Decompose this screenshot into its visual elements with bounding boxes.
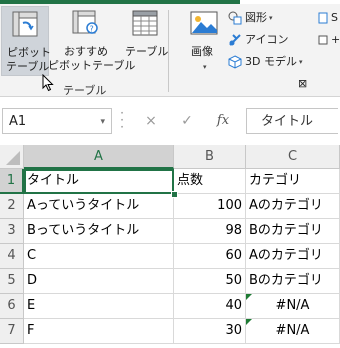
cell-a2[interactable]: Aっていうタイトル: [24, 194, 174, 219]
recommended-pivot-icon: ?: [72, 10, 98, 34]
shapes-button[interactable]: 図形 ▾: [228, 10, 273, 26]
3d-models-dropdown-icon: ▾: [298, 58, 303, 66]
cell-c7[interactable]: #N/A: [246, 319, 340, 344]
smartart-icon: [318, 12, 328, 24]
name-box[interactable]: A1 ▾: [2, 108, 112, 134]
row-header[interactable]: 2: [0, 194, 24, 219]
cancel-icon[interactable]: ×: [138, 108, 164, 134]
column-header-b[interactable]: B: [174, 145, 246, 169]
formula-bar-resize-handle[interactable]: · · ·: [118, 107, 126, 133]
table-label: テーブル: [125, 45, 169, 58]
cell-b4[interactable]: 60: [174, 244, 246, 269]
cell-a4[interactable]: C: [24, 244, 174, 269]
row-header[interactable]: 1: [0, 169, 24, 194]
shapes-dropdown-icon: ▾: [269, 14, 273, 22]
clipped-item-s-label: S: [331, 11, 338, 24]
pivot-label-line1: ピボット: [7, 46, 51, 59]
cell-b2[interactable]: 100: [174, 194, 246, 219]
image-label: 画像: [191, 45, 213, 58]
column-header-c[interactable]: C: [246, 145, 340, 169]
name-box-value: A1: [9, 114, 27, 129]
row-header[interactable]: 7: [0, 319, 24, 344]
illustrations-dialog-launcher[interactable]: ⊠: [298, 76, 307, 92]
icons-button[interactable]: アイコン: [228, 32, 288, 48]
insert-function-icon[interactable]: fx: [210, 108, 236, 134]
cell-c6-value: #N/A: [275, 298, 310, 313]
cell-c5[interactable]: Bのカテゴリ: [246, 269, 340, 294]
fill-handle[interactable]: [171, 191, 178, 198]
cell-b7[interactable]: 30: [174, 319, 246, 344]
cell-b1[interactable]: 点数: [174, 169, 246, 194]
table-button[interactable]: テーブル: [124, 6, 169, 74]
icons-label: アイコン: [245, 33, 289, 46]
ribbon-spacer: [0, 97, 340, 105]
row-header[interactable]: 4: [0, 244, 24, 269]
cell-a7[interactable]: F: [24, 319, 174, 344]
icons-icon: [229, 34, 241, 46]
worksheet-grid: A B C 1 タイトル 点数 カテゴリ 2 Aっていうタイトル 100 Aのカ…: [0, 145, 340, 348]
cell-c6[interactable]: #N/A: [246, 294, 340, 319]
picture-icon: [190, 11, 218, 35]
3d-models-label: 3D モデル: [245, 55, 297, 68]
clipped-item-s[interactable]: S: [318, 10, 338, 26]
cell-c4[interactable]: Aのカテゴリ: [246, 244, 340, 269]
mouse-pointer-icon: [42, 74, 54, 92]
row-header[interactable]: 5: [0, 269, 24, 294]
recommended-label-line2: ピボットテーブル: [48, 59, 136, 72]
cell-c1[interactable]: カテゴリ: [246, 169, 340, 194]
row-header[interactable]: 6: [0, 294, 24, 319]
formula-buttons: × ✓ fx: [130, 108, 240, 134]
recommended-label-line1: おすすめ: [64, 45, 108, 58]
svg-text:?: ?: [90, 25, 94, 34]
row-header[interactable]: 3: [0, 219, 24, 244]
clipped-item-plus-label: +: [331, 33, 340, 46]
formula-input[interactable]: タイトル: [246, 108, 338, 134]
shapes-label: 図形: [245, 11, 267, 24]
cell-a6[interactable]: E: [24, 294, 174, 319]
3d-cube-icon: [228, 55, 242, 69]
image-button[interactable]: 画像 ▾: [186, 6, 222, 74]
clipped-item-plus[interactable]: +: [318, 32, 340, 48]
column-header-a[interactable]: A: [24, 145, 174, 169]
cell-a5[interactable]: D: [24, 269, 174, 294]
ribbon-insert-tab: ピボット テーブル ? おすすめ ピボットテーブル テーブル テーブル 画像 ▾…: [0, 4, 340, 97]
error-indicator-icon[interactable]: [246, 294, 252, 300]
select-all-triangle-icon: [6, 151, 20, 165]
pivot-table-icon: [12, 11, 38, 37]
pivot-table-button[interactable]: ピボット テーブル: [1, 6, 51, 76]
recommended-pivot-button[interactable]: ? おすすめ ピボットテーブル: [48, 6, 135, 74]
cell-b5[interactable]: 50: [174, 269, 246, 294]
select-all-corner[interactable]: [0, 145, 24, 169]
error-indicator-icon[interactable]: [246, 319, 252, 325]
image-dropdown-icon: ▾: [203, 63, 207, 71]
pivot-label-line2: テーブル: [6, 60, 50, 73]
group-separator: [168, 10, 169, 92]
cell-c3[interactable]: Bのカテゴリ: [246, 219, 340, 244]
cell-b3[interactable]: 98: [174, 219, 246, 244]
shapes-icon: [228, 11, 242, 25]
name-box-dropdown-icon[interactable]: ▾: [100, 109, 105, 135]
cell-c2[interactable]: Aのカテゴリ: [246, 194, 340, 219]
3d-models-button[interactable]: 3D モデル ▾: [228, 54, 302, 70]
formula-bar: A1 ▾ · · · × ✓ fx タイトル: [0, 105, 340, 135]
screenshot-icon: [318, 35, 328, 45]
cell-b6[interactable]: 40: [174, 294, 246, 319]
cell-c7-value: #N/A: [275, 323, 310, 338]
enter-icon[interactable]: ✓: [174, 108, 200, 134]
cell-a3[interactable]: Bっていうタイトル: [24, 219, 174, 244]
table-icon: [132, 10, 158, 36]
cell-a1[interactable]: タイトル: [24, 169, 174, 194]
tables-group-label: テーブル: [63, 84, 107, 97]
